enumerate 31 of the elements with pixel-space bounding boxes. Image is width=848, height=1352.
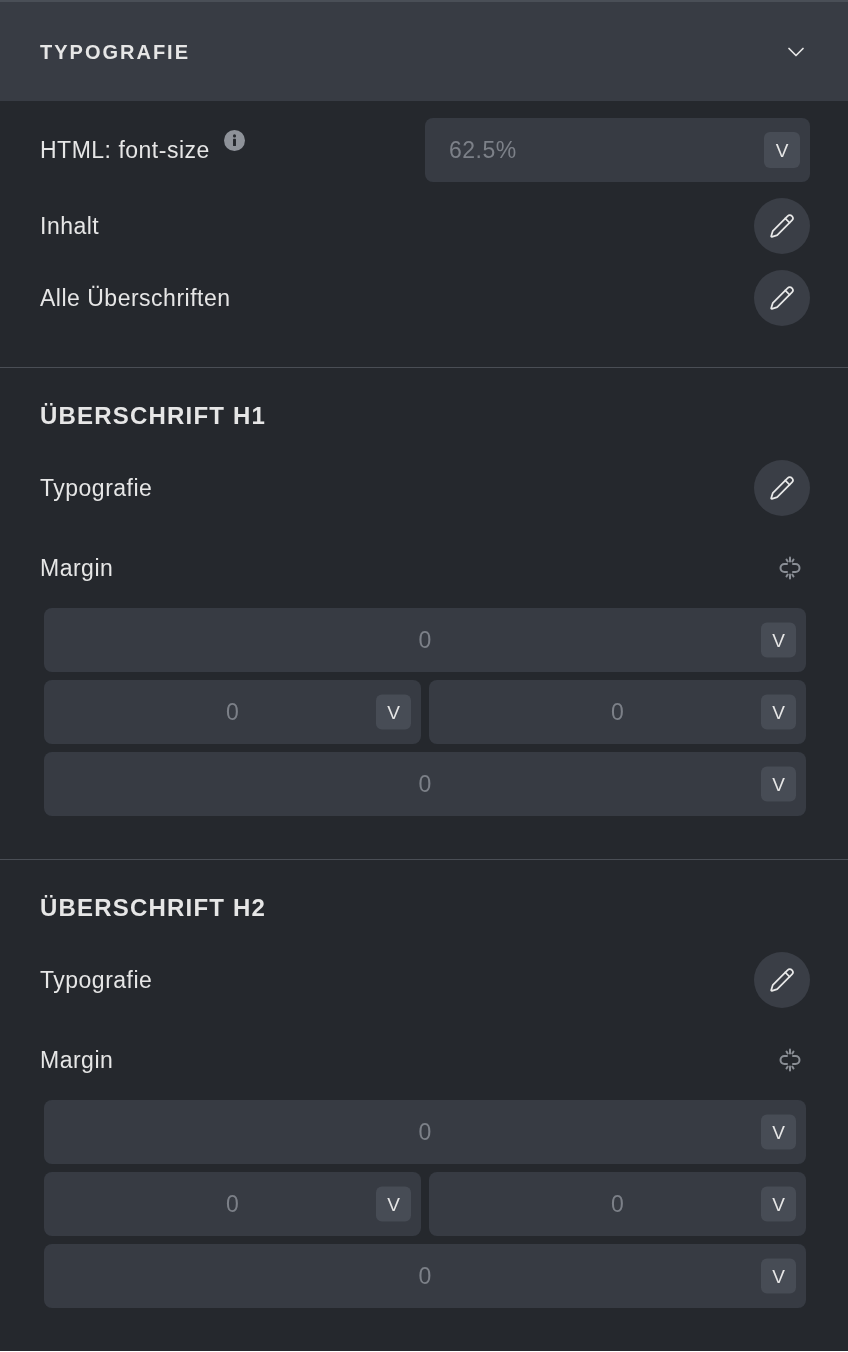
section-heading: ÜBERSCHRIFT H1 [40,402,267,430]
section-heading: ÜBERSCHRIFT H2 [40,894,267,922]
unit-select-button[interactable]: V [761,622,796,658]
pencil-icon [769,213,795,239]
unit-select-button[interactable]: V [376,1186,411,1222]
edit-button[interactable] [754,198,810,254]
info-icon[interactable] [223,129,245,151]
unit-select-button[interactable]: V [761,694,796,730]
pencil-icon [769,285,795,311]
unit-select-button[interactable]: V [761,1114,796,1150]
unit-select-button[interactable]: V [761,1186,796,1222]
unit-select-button[interactable]: V [761,766,796,802]
margin-label: Margin [40,553,114,583]
setting-label: Inhalt [40,211,100,241]
edit-button[interactable] [754,460,810,516]
unit-select-button[interactable]: V [764,132,800,168]
unit-select-button[interactable]: V [376,694,411,730]
pencil-icon [769,967,795,993]
setting-label: HTML: font-size [40,135,210,165]
unit-select-button[interactable]: V [761,1258,796,1294]
margin-label: Margin [40,1045,114,1075]
unlink-icon[interactable] [778,556,802,580]
unlink-icon[interactable] [778,1048,802,1072]
setting-label: Typografie [40,965,153,995]
setting-label: Typografie [40,473,153,503]
setting-label: Alle Überschriften [40,283,231,313]
pencil-icon [769,475,795,501]
edit-button[interactable] [754,270,810,326]
panel-title: TYPOGRAFIE [40,39,190,65]
edit-button[interactable] [754,952,810,1008]
panel-header[interactable]: TYPOGRAFIE [0,2,848,101]
